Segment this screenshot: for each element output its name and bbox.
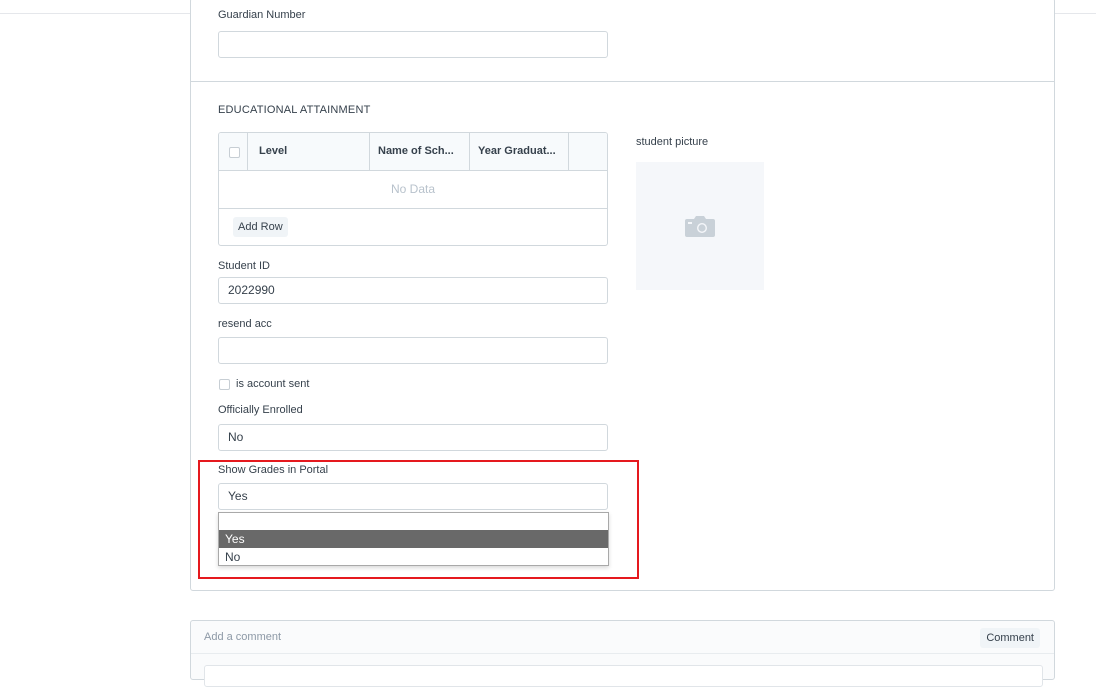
camera-icon xyxy=(685,216,715,237)
student-picture-placeholder[interactable] xyxy=(636,162,764,290)
officially-enrolled-select[interactable]: No xyxy=(218,424,608,451)
comment-button[interactable]: Comment xyxy=(980,628,1040,648)
add-row-button[interactable]: Add Row xyxy=(233,217,288,237)
is-account-sent-checkbox[interactable] xyxy=(219,379,230,390)
is-account-sent-label: is account sent xyxy=(236,378,310,390)
column-header-year-graduated: Year Graduat... xyxy=(470,133,569,170)
no-data-text: No Data xyxy=(219,170,607,209)
section-divider xyxy=(191,81,1054,82)
comment-header xyxy=(191,621,1054,654)
student-picture-label: student picture xyxy=(636,136,709,148)
student-id-input[interactable]: 2022990 xyxy=(218,277,608,304)
student-id-label: Student ID xyxy=(218,260,270,272)
resend-acc-input[interactable] xyxy=(218,337,608,364)
column-header-name-of-school: Name of Sch... xyxy=(370,133,470,170)
resend-acc-label: resend acc xyxy=(218,318,272,330)
column-header-level: Level xyxy=(248,133,370,170)
guardian-number-label: Guardian Number xyxy=(218,9,306,21)
comment-box: Add a comment Comment xyxy=(190,620,1055,687)
column-header-settings xyxy=(569,133,607,170)
educational-attainment-table: Level Name of Sch... Year Graduat... No … xyxy=(218,132,608,246)
select-all-checkbox[interactable] xyxy=(229,147,240,158)
comment-editor[interactable] xyxy=(204,665,1043,687)
table-header: Level Name of Sch... Year Graduat... xyxy=(219,133,607,171)
comment-input[interactable]: Add a comment xyxy=(204,631,281,643)
select-all-cell xyxy=(219,133,248,170)
guardian-number-input[interactable] xyxy=(218,31,608,58)
annotation-highlight-box xyxy=(198,460,639,579)
officially-enrolled-label: Officially Enrolled xyxy=(218,404,303,416)
section-title-educational-attainment: EDUCATIONAL ATTAINMENT xyxy=(218,104,371,116)
